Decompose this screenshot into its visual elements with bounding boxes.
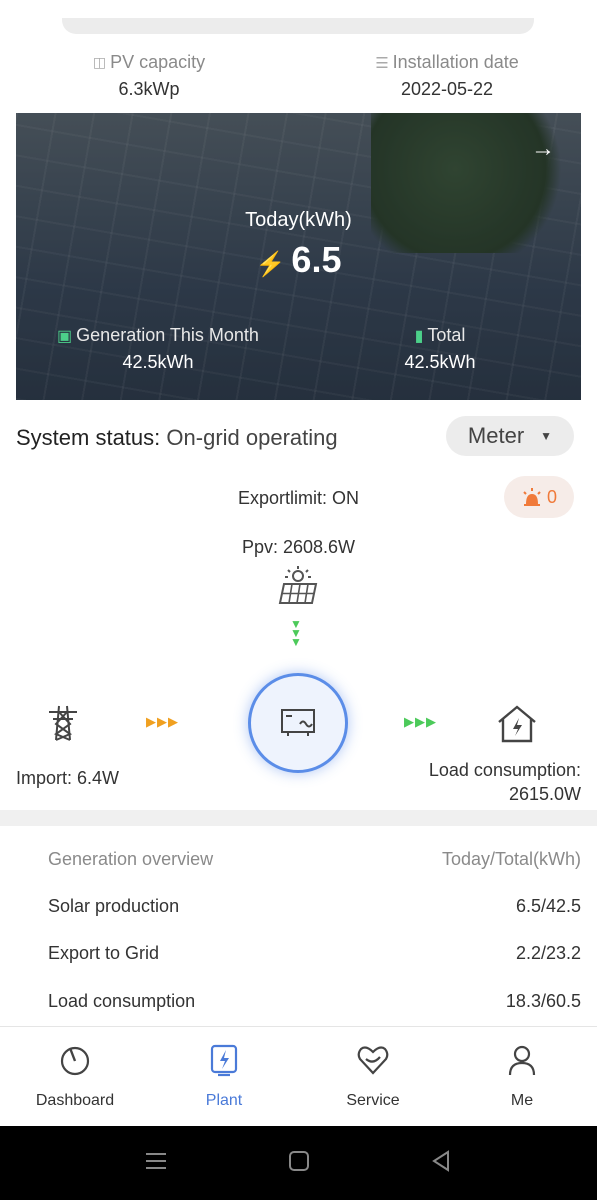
overview-row-label: Export to Grid (48, 943, 160, 963)
home-icon[interactable] (288, 1150, 310, 1177)
tab-me[interactable]: Me (462, 1043, 582, 1110)
tab-label: Dashboard (35, 1092, 115, 1109)
installation-date-value: 2022-05-22 (400, 79, 494, 99)
pv-capacity-value: 6.3kWp (118, 79, 180, 99)
arrow-right-icon[interactable]: → (531, 135, 555, 163)
tab-service[interactable]: Service (313, 1043, 433, 1110)
pv-capacity-label: PV capacity (110, 52, 206, 72)
system-status: System status: On-grid operating (16, 425, 338, 451)
import-power: Import: 6.4W (16, 768, 120, 788)
inverter-icon (281, 709, 315, 736)
pv-capacity-icon: ◫ (92, 54, 107, 70)
dashboard-icon (60, 1046, 90, 1076)
tab-dashboard[interactable]: Dashboard (15, 1043, 135, 1110)
top-handle (62, 18, 534, 34)
tab-label: Me (510, 1092, 534, 1109)
today-value: ⚡ 6.5 (16, 239, 581, 281)
month-value: 42.5kWh (122, 352, 194, 372)
pv-capacity: ◫ PV capacity 6.3kWp (29, 52, 269, 100)
installation-date: ☰ Installation date 2022-05-22 (327, 52, 567, 100)
plant-hero-card[interactable]: → Today(kWh) ⚡ 6.5 ▣ Generation This Month… (16, 113, 581, 400)
power-grid-icon (46, 704, 80, 747)
overview-header: Generation overview Today/Total(kWh) (48, 849, 581, 870)
battery-icon: ▣ (57, 327, 73, 345)
load-flow-arrows: ▶▶▶ (404, 714, 437, 729)
back-icon[interactable] (430, 1150, 452, 1177)
service-icon (357, 1046, 389, 1075)
caret-down-icon: ▼ (540, 429, 553, 443)
installation-date-label: Installation date (392, 52, 519, 72)
bar-chart-icon: ▮ (414, 327, 424, 345)
load-consumption: Load consumption: 2615.0W (429, 758, 581, 806)
section-divider (0, 810, 597, 826)
meter-dropdown[interactable]: Meter ▼ (446, 416, 574, 456)
overview-row-value: 18.3/60.5 (505, 991, 581, 1011)
load-consumption-value: 2615.0W (508, 784, 581, 804)
load-consumption-label: Load consumption: (428, 760, 581, 780)
overview-title: Generation overview (48, 849, 214, 869)
overview-row-value: 6.5/42.5 (515, 896, 581, 916)
bottom-tab-bar: Dashboard Plant Service Me (0, 1026, 597, 1126)
system-status-label: System status: (16, 425, 161, 450)
overview-row-label: Load consumption (48, 991, 196, 1011)
total-generation: ▮ Total 42.5kWh (380, 325, 500, 373)
overview-unit: Today/Total(kWh) (441, 849, 581, 869)
house-icon (496, 704, 538, 749)
total-label: Total (427, 325, 466, 345)
tab-label: Service (346, 1092, 400, 1109)
tab-plant[interactable]: Plant (164, 1043, 284, 1110)
system-nav-bar (0, 1126, 597, 1200)
inverter-button[interactable] (248, 673, 348, 773)
system-status-value: On-grid operating (166, 425, 338, 450)
import-flow-arrows: ▶▶▶ (146, 714, 179, 729)
pv-power: Ppv: 2608.6W (241, 537, 356, 557)
meter-label: Meter (467, 423, 525, 448)
alarm-icon (523, 488, 541, 506)
calendar-icon: ☰ (375, 54, 389, 72)
flow-down-arrows: ▼ ▼ ▼ (290, 617, 302, 649)
total-value: 42.5kWh (404, 352, 476, 372)
overview-row-value: 2.2/23.2 (515, 943, 581, 963)
solar-panel-icon (276, 566, 320, 611)
tab-label: Plant (205, 1092, 243, 1109)
month-generation: ▣ Generation This Month 42.5kWh (48, 325, 268, 373)
overview-row: Solar production 6.5/42.5 (48, 896, 581, 917)
alarm-button[interactable]: 0 (504, 476, 574, 518)
bolt-icon: ⚡ (255, 251, 286, 278)
overview-row-label: Solar production (48, 896, 180, 916)
plant-icon (210, 1044, 238, 1077)
today-label: Today(kWh) (245, 209, 352, 231)
overview-row: Load consumption 18.3/60.5 (48, 991, 581, 1012)
overview-row: Export to Grid 2.2/23.2 (48, 943, 581, 964)
alarm-count: 0 (546, 486, 557, 507)
today-number: 6.5 (291, 239, 342, 280)
month-label: Generation This Month (76, 325, 259, 345)
recents-icon[interactable] (145, 1150, 167, 1177)
user-icon (508, 1045, 536, 1076)
